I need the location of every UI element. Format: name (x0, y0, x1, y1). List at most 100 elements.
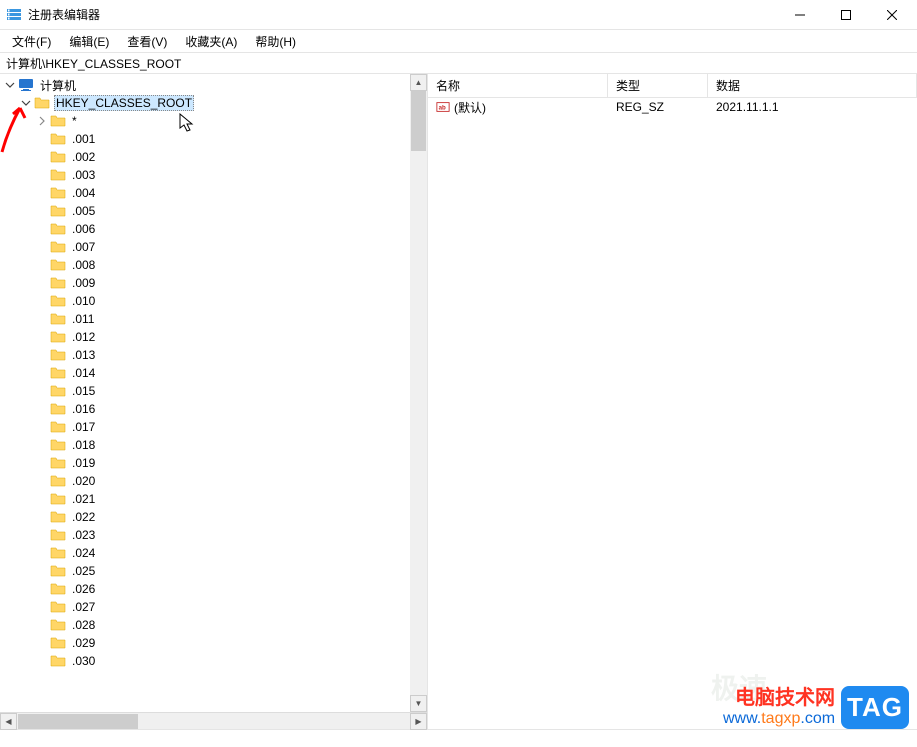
folder-icon (50, 599, 66, 615)
tree-node-ext[interactable]: .021 (0, 490, 427, 508)
scroll-track[interactable] (17, 713, 410, 730)
folder-icon (50, 257, 66, 273)
tree-node-ext[interactable]: .010 (0, 292, 427, 310)
column-data[interactable]: 数据 (708, 74, 917, 97)
tree-node-ext[interactable]: .022 (0, 508, 427, 526)
folder-icon (50, 203, 66, 219)
tree-node-ext[interactable]: .025 (0, 562, 427, 580)
tree-horizontal-scrollbar[interactable]: ◀ ▶ (0, 712, 427, 729)
scroll-up-icon[interactable]: ▲ (410, 74, 427, 91)
tree-node-ext[interactable]: .017 (0, 418, 427, 436)
tree-node-ext[interactable]: .001 (0, 130, 427, 148)
tree-body[interactable]: 计算机 HKEY_CLASSES_ROOT (0, 74, 427, 712)
tree-label: .004 (70, 186, 97, 200)
maximize-button[interactable] (823, 0, 869, 30)
tree-node-ext[interactable]: .026 (0, 580, 427, 598)
tree-node-ext[interactable]: .012 (0, 328, 427, 346)
list-pane: 名称 类型 数据 ab (默认) REG_SZ 2021.11.1.1 (428, 74, 917, 729)
tree-vertical-scrollbar[interactable]: ▲ ▼ (410, 74, 427, 712)
address-bar[interactable]: 计算机\HKEY_CLASSES_ROOT (0, 52, 917, 74)
folder-icon (50, 329, 66, 345)
tree-label: .025 (70, 564, 97, 578)
tree-node-ext[interactable]: .008 (0, 256, 427, 274)
tree-label: .022 (70, 510, 97, 524)
column-type[interactable]: 类型 (608, 74, 708, 97)
tree-label: .023 (70, 528, 97, 542)
tree-node-ext[interactable]: .007 (0, 238, 427, 256)
expand-icon[interactable] (18, 95, 34, 111)
tree-node-ext[interactable]: .004 (0, 184, 427, 202)
folder-icon (50, 185, 66, 201)
content-area: 计算机 HKEY_CLASSES_ROOT (0, 74, 917, 729)
folder-icon (50, 473, 66, 489)
tree-label: .015 (70, 384, 97, 398)
scroll-right-icon[interactable]: ▶ (410, 713, 427, 730)
scroll-down-icon[interactable]: ▼ (410, 695, 427, 712)
tree-node-ext[interactable]: .028 (0, 616, 427, 634)
regedit-icon (6, 7, 22, 23)
tree-node-ext[interactable]: .020 (0, 472, 427, 490)
folder-icon (50, 365, 66, 381)
folder-icon (50, 167, 66, 183)
scroll-left-icon[interactable]: ◀ (0, 713, 17, 730)
menu-edit[interactable]: 编辑(E) (61, 31, 117, 52)
tree-node-ext[interactable]: .013 (0, 346, 427, 364)
tree-node-ext[interactable]: .016 (0, 400, 427, 418)
list-row[interactable]: ab (默认) REG_SZ 2021.11.1.1 (428, 98, 917, 116)
tree-node-ext[interactable]: .027 (0, 598, 427, 616)
computer-icon (18, 77, 34, 93)
tree-node-star[interactable]: * (0, 112, 427, 130)
tree-label: .024 (70, 546, 97, 560)
scroll-thumb[interactable] (18, 714, 138, 729)
folder-icon (50, 347, 66, 363)
watermark: 电脑技术网 www.tagxp.com TAG (723, 686, 909, 729)
tree-node-ext[interactable]: .030 (0, 652, 427, 670)
tree-node-ext[interactable]: .002 (0, 148, 427, 166)
expand-icon[interactable] (2, 77, 18, 93)
scroll-track[interactable] (410, 91, 427, 695)
folder-icon (50, 131, 66, 147)
menu-help[interactable]: 帮助(H) (247, 31, 304, 52)
tree-label: .017 (70, 420, 97, 434)
folder-icon (50, 275, 66, 291)
tree-label: .008 (70, 258, 97, 272)
tree-node-ext[interactable]: .029 (0, 634, 427, 652)
tree-label: .026 (70, 582, 97, 596)
menu-view[interactable]: 查看(V) (119, 31, 175, 52)
tree-node-ext[interactable]: .006 (0, 220, 427, 238)
folder-icon (50, 563, 66, 579)
tree-node-ext[interactable]: .018 (0, 436, 427, 454)
tree-node-ext[interactable]: .003 (0, 166, 427, 184)
window-controls (777, 0, 915, 29)
tree-node-ext[interactable]: .014 (0, 364, 427, 382)
tree-label: .001 (70, 132, 97, 146)
tree-label: .007 (70, 240, 97, 254)
tree-node-ext[interactable]: .024 (0, 544, 427, 562)
tree-node-ext[interactable]: .005 (0, 202, 427, 220)
tree-node-computer[interactable]: 计算机 (0, 76, 427, 94)
folder-icon (50, 545, 66, 561)
tree-node-ext[interactable]: .019 (0, 454, 427, 472)
tree-node-hkcr[interactable]: HKEY_CLASSES_ROOT (0, 94, 427, 112)
tree-pane: 计算机 HKEY_CLASSES_ROOT (0, 74, 428, 729)
tree-label: 计算机 (38, 77, 78, 94)
folder-icon (50, 113, 66, 129)
tree-node-ext[interactable]: .015 (0, 382, 427, 400)
tree-label: .028 (70, 618, 97, 632)
menu-file[interactable]: 文件(F) (4, 31, 59, 52)
expand-icon[interactable] (34, 113, 50, 129)
tree-label: .011 (70, 312, 96, 326)
scroll-thumb[interactable] (411, 91, 426, 151)
list-header: 名称 类型 数据 (428, 74, 917, 98)
minimize-button[interactable] (777, 0, 823, 30)
tree-label: * (70, 114, 79, 128)
tree-label: .012 (70, 330, 97, 344)
column-name[interactable]: 名称 (428, 74, 608, 97)
tree-node-ext[interactable]: .009 (0, 274, 427, 292)
tree-node-ext[interactable]: .011 (0, 310, 427, 328)
menu-favorites[interactable]: 收藏夹(A) (177, 31, 245, 52)
tree-node-ext[interactable]: .023 (0, 526, 427, 544)
folder-icon (50, 509, 66, 525)
close-button[interactable] (869, 0, 915, 30)
folder-icon (50, 239, 66, 255)
